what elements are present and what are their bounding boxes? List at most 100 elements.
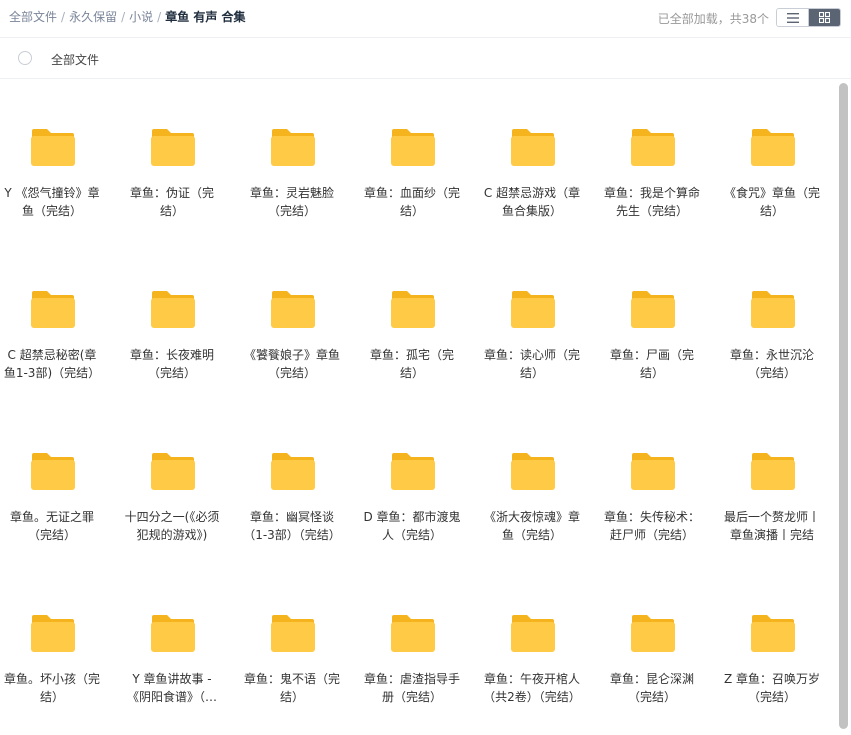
folder-icon: [511, 291, 555, 328]
folder-name: 《饕餮娘子》章鱼（完结）: [243, 348, 340, 380]
folder-icon: [631, 615, 675, 652]
folder-name: 章鱼：伪证（完结）: [129, 186, 214, 218]
folder-name: 章鱼：我是个算命先生（完结）: [603, 186, 700, 218]
folder-icon: [751, 453, 795, 490]
folder-icon: [271, 129, 315, 166]
folder-name: 章鱼：鬼不语（完结）: [243, 672, 340, 704]
folder-item[interactable]: 章鱼：我是个算命先生（完结）: [600, 79, 704, 218]
folder-name: 《食咒》章鱼（完结）: [723, 186, 820, 218]
breadcrumb-separator: /: [121, 10, 126, 24]
folder-name: D 章鱼：都市渡鬼人（完结）: [363, 510, 461, 542]
folder-icon: [391, 615, 435, 652]
breadcrumb-separator: /: [157, 10, 162, 24]
folder-item[interactable]: 章鱼：血面纱（完结）: [360, 79, 464, 218]
folder-item[interactable]: 章鱼：虐渣指导手册（完结）: [360, 565, 464, 704]
folder-icon: [151, 291, 195, 328]
folder-item[interactable]: 章鱼：昆仑深渊（完结）: [600, 565, 704, 704]
select-all-bar: 全部文件: [0, 38, 851, 79]
folder-name: 章鱼：尸画（完结）: [609, 348, 694, 380]
grid-view-button[interactable]: [808, 9, 840, 26]
folder-name: 章鱼：午夜开棺人（共2卷）（完结）: [483, 672, 581, 704]
folder-name: 章鱼：血面纱（完结）: [363, 186, 460, 218]
folder-icon: [31, 291, 75, 328]
folder-item[interactable]: 章鱼：永世沉沦（完结）: [720, 241, 824, 380]
select-all-label: 全部文件: [51, 53, 100, 67]
folder-item[interactable]: 章鱼：鬼不语（完结）: [240, 565, 344, 704]
folder-item[interactable]: Y 《怨气撞铃》章鱼（完结）: [0, 79, 104, 218]
folder-item[interactable]: Z 章鱼：召唤万岁（完结）: [720, 565, 824, 704]
folder-item[interactable]: C 超禁忌秘密(章鱼1-3部)（完结）: [0, 241, 104, 380]
folder-icon: [511, 453, 555, 490]
folder-icon: [151, 615, 195, 652]
folder-item[interactable]: 章鱼：幽冥怪谈（1-3部）（完结）: [240, 403, 344, 542]
folder-item[interactable]: 章鱼：尸画（完结）: [600, 241, 704, 380]
folder-name: 章鱼：灵岩魅脸（完结）: [249, 186, 334, 218]
folder-icon: [151, 129, 195, 166]
folder-icon: [631, 453, 675, 490]
folder-item[interactable]: 《浙大夜惊魂》章鱼（完结）: [480, 403, 584, 542]
folder-icon: [31, 453, 75, 490]
folder-item[interactable]: Y 章鱼讲故事 -《阴阳食谱》（完结）: [120, 565, 224, 704]
folder-name: C 超禁忌秘密(章鱼1-3部)（完结）: [3, 348, 101, 380]
folder-item[interactable]: 章鱼：失传秘术：赶尸师（完结）: [600, 403, 704, 542]
folder-name: 章鱼：永世沉沦（完结）: [729, 348, 814, 380]
folder-name: 章鱼：失传秘术：赶尸师（完结）: [603, 510, 700, 542]
list-icon: [786, 12, 799, 23]
breadcrumb-item-permanent[interactable]: 永久保留: [69, 10, 117, 24]
folder-icon: [391, 129, 435, 166]
folder-item[interactable]: C 超禁忌游戏（章鱼合集版）: [480, 79, 584, 218]
folder-icon: [271, 615, 315, 652]
folder-item[interactable]: 章鱼：伪证（完结）: [120, 79, 224, 218]
folder-icon: [751, 615, 795, 652]
scrollbar[interactable]: [836, 79, 851, 735]
folder-name: 章鱼：读心师（完结）: [483, 348, 580, 380]
breadcrumb-separator: /: [61, 10, 66, 24]
folder-item[interactable]: 章鱼：灵岩魅脸（完结）: [240, 79, 344, 218]
load-status-text: 已全部加载，共38个: [657, 12, 769, 26]
folder-icon: [631, 291, 675, 328]
view-switch: [776, 8, 841, 27]
folder-name: 章鱼。坏小孩（完结）: [3, 672, 100, 704]
folder-item[interactable]: 十四分之一(《必须犯规的游戏》): [120, 403, 224, 542]
folder-item[interactable]: 章鱼。无证之罪（完结）: [0, 403, 104, 542]
scrollbar-thumb[interactable]: [839, 83, 848, 729]
folder-item[interactable]: 章鱼：孤宅（完结）: [360, 241, 464, 380]
folder-icon: [751, 129, 795, 166]
folder-icon: [751, 291, 795, 328]
folder-icon: [511, 615, 555, 652]
folder-name: 章鱼：孤宅（完结）: [369, 348, 454, 380]
folder-icon: [31, 615, 75, 652]
folder-name: 章鱼：昆仑深渊（完结）: [609, 672, 694, 704]
folder-icon: [271, 291, 315, 328]
top-bar: 全部文件 / 永久保留 / 小说 / 章鱼 有声 合集 已全部加载，共38个: [0, 0, 851, 38]
folder-name: 十四分之一(《必须犯规的游戏》): [124, 510, 220, 542]
folder-item[interactable]: 章鱼：读心师（完结）: [480, 241, 584, 380]
list-view-button[interactable]: [777, 9, 809, 26]
folder-item[interactable]: 章鱼：长夜难明（完结）: [120, 241, 224, 380]
folder-item[interactable]: 最后一个赘龙师丨章鱼演播丨完结: [720, 403, 824, 542]
breadcrumb-current-folder: 章鱼 有声 合集: [165, 10, 246, 24]
folder-name: 章鱼：虐渣指导手册（完结）: [363, 672, 460, 704]
folder-icon: [391, 453, 435, 490]
breadcrumb-item-novels[interactable]: 小说: [129, 10, 153, 24]
folder-name: 章鱼：幽冥怪谈（1-3部）（完结）: [243, 510, 341, 542]
folder-item[interactable]: 章鱼。坏小孩（完结）: [0, 565, 104, 704]
folder-name: 最后一个赘龙师丨章鱼演播丨完结: [723, 510, 820, 542]
folder-icon: [631, 129, 675, 166]
folder-icon: [511, 129, 555, 166]
folder-item[interactable]: 章鱼：午夜开棺人（共2卷）（完结）: [480, 565, 584, 704]
folder-name: C 超禁忌游戏（章鱼合集版）: [483, 186, 581, 218]
folder-icon: [151, 453, 195, 490]
folder-item[interactable]: 《食咒》章鱼（完结）: [720, 79, 824, 218]
folder-grid: Y 《怨气撞铃》章鱼（完结） 章鱼：伪证（完结） 章鱼：灵岩魅脸（完结） 章鱼：…: [0, 79, 836, 735]
folder-name: 《浙大夜惊魂》章鱼（完结）: [483, 510, 580, 542]
folder-item[interactable]: D 章鱼：都市渡鬼人（完结）: [360, 403, 464, 542]
folder-name: Y 章鱼讲故事 -《阴阳食谱》（完结）: [126, 672, 217, 704]
folder-name: 章鱼。无证之罪（完结）: [9, 510, 94, 542]
breadcrumb-item-all-files[interactable]: 全部文件: [9, 10, 57, 24]
folder-item[interactable]: 《饕餮娘子》章鱼（完结）: [240, 241, 344, 380]
folder-icon: [391, 291, 435, 328]
folder-icon: [271, 453, 315, 490]
grid-icon: [819, 12, 831, 23]
select-all-checkbox[interactable]: [18, 51, 32, 65]
